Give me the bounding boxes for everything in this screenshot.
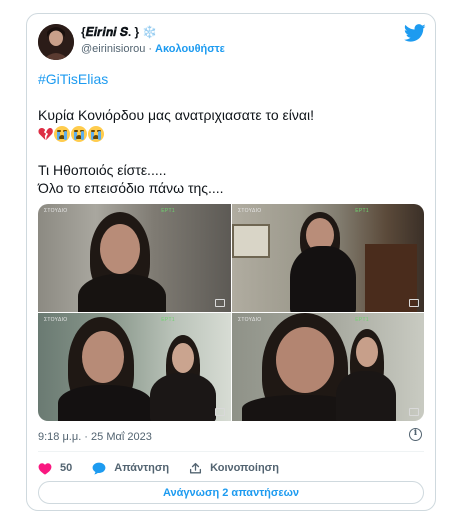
info-icon[interactable] <box>409 428 422 441</box>
media-watermark: ΕΡΤ1 <box>161 208 175 214</box>
crying-face-icon <box>54 126 70 142</box>
broken-heart-icon <box>38 128 53 141</box>
media-watermark: ΕΡΤ1 <box>355 317 369 323</box>
media-badge-icon <box>409 408 419 416</box>
tweet-line-3: Όλο το επεισόδιο πάνω της.... <box>38 180 224 196</box>
share-label: Κοινοποίηση <box>210 462 279 474</box>
reply-bubble-icon <box>92 462 106 474</box>
crying-face-icon <box>88 126 104 142</box>
media-image-2[interactable]: ΣΤΟΥΔΙΟ ΕΡΤ1 <box>232 204 424 312</box>
emoji-row <box>38 125 418 143</box>
media-watermark: ΕΡΤ1 <box>355 208 369 214</box>
tweet-card: {𝑬𝒊𝒓𝒊𝒏𝒊 𝑺. } ❄️ @eirinisiorou · Ακολουθήστε… <box>26 13 436 511</box>
reply-button[interactable]: Απάντηση <box>92 462 169 475</box>
tweet-line-2: Τι Ηθοποιός είστε..... <box>38 162 167 178</box>
avatar[interactable] <box>38 24 74 60</box>
action-bar: 50 Απάντηση Κοινοποίηση <box>38 459 299 477</box>
heart-icon <box>38 462 52 475</box>
snowflake-icon: ❄️ <box>142 25 158 39</box>
media-grid: ΣΤΟΥΔΙΟ ΕΡΤ1 ΣΤΟΥΔΙΟ ΕΡΤ1 ΣΤΟΥΔΙΟ ΕΡΤ1 Σ… <box>38 204 424 421</box>
share-icon <box>190 462 202 473</box>
author-name-row[interactable]: {𝑬𝒊𝒓𝒊𝒏𝒊 𝑺. } ❄️ <box>81 25 157 40</box>
share-button[interactable]: Κοινοποίηση <box>189 462 279 475</box>
divider <box>38 451 424 452</box>
tweet-line-1: Κυρία Κονιόρδου μας ανατριχιασατε το είν… <box>38 107 314 123</box>
media-image-4[interactable]: ΣΤΟΥΔΙΟ ΕΡΤ1 <box>232 313 424 421</box>
follow-button[interactable]: Ακολουθήστε <box>155 43 225 55</box>
media-image-1[interactable]: ΣΤΟΥΔΙΟ ΕΡΤ1 <box>38 204 231 312</box>
author-handle[interactable]: @eirinisiorou <box>81 43 145 55</box>
tweet-text: #GiTisElias Κυρία Κονιόρδου μας ανατριχι… <box>38 70 418 197</box>
tweet-timestamp[interactable]: 9:18 μ.μ. · 25 Μαΐ 2023 <box>38 431 152 443</box>
media-image-3[interactable]: ΣΤΟΥΔΙΟ ΕΡΤ1 <box>38 313 231 421</box>
avatar-image <box>38 24 74 60</box>
media-watermark: ΣΤΟΥΔΙΟ <box>44 208 68 214</box>
media-badge-icon <box>215 408 225 416</box>
media-watermark: ΣΤΟΥΔΙΟ <box>238 208 262 214</box>
author-handle-row: @eirinisiorou · Ακολουθήστε <box>81 43 225 55</box>
author-display-name[interactable]: {𝑬𝒊𝒓𝒊𝒏𝒊 𝑺. } <box>81 25 139 39</box>
media-watermark: ΣΤΟΥΔΙΟ <box>238 317 262 323</box>
media-watermark: ΣΤΟΥΔΙΟ <box>44 317 68 323</box>
separator-dot: · <box>148 43 153 55</box>
twitter-bird-icon[interactable] <box>404 22 426 44</box>
media-badge-icon <box>215 299 225 307</box>
like-button[interactable]: 50 <box>38 462 72 475</box>
reply-label: Απάντηση <box>114 462 170 474</box>
like-count: 50 <box>60 462 73 474</box>
hashtag-link[interactable]: #GiTisElias <box>38 70 418 88</box>
media-watermark: ΕΡΤ1 <box>161 317 175 323</box>
crying-face-icon <box>71 126 87 142</box>
read-replies-button[interactable]: Ανάγνωση 2 απαντήσεων <box>38 481 424 504</box>
media-badge-icon <box>409 299 419 307</box>
